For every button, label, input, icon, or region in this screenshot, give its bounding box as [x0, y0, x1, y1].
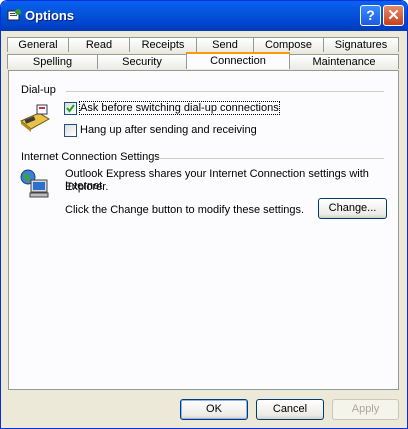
internet-description-line2: Explorer.: [65, 181, 109, 193]
dialup-group-label: Dial-up: [21, 84, 56, 96]
internet-divider: [155, 158, 384, 159]
apply-button[interactable]: Apply: [332, 399, 399, 420]
title-bar[interactable]: Options ? ✕: [1, 1, 407, 31]
tab-spelling[interactable]: Spelling: [7, 54, 98, 69]
ask-before-switching-checkbox[interactable]: [64, 102, 77, 115]
dialup-divider: [66, 91, 384, 92]
hang-up-label[interactable]: Hang up after sending and receiving: [80, 124, 257, 136]
tab-connection[interactable]: Connection: [186, 52, 290, 69]
close-button[interactable]: ✕: [383, 5, 404, 26]
cancel-button[interactable]: Cancel: [256, 399, 324, 420]
window-title: Options: [25, 8, 75, 23]
close-icon: ✕: [387, 7, 400, 24]
tab-maintenance[interactable]: Maintenance: [289, 54, 399, 69]
change-button[interactable]: Change...: [318, 198, 387, 219]
hang-up-checkbox[interactable]: [64, 124, 77, 137]
network-computer-icon: [20, 169, 49, 198]
tab-receipts[interactable]: Receipts: [129, 37, 197, 52]
internet-description-line1: Outlook Express shares your Internet Con…: [65, 168, 369, 192]
options-app-icon: [7, 9, 21, 21]
tab-compose[interactable]: Compose: [253, 37, 324, 52]
help-button[interactable]: ?: [360, 5, 381, 26]
internet-group-label: Internet Connection Settings: [21, 151, 160, 163]
connection-panel: Dial-up Ask before switching dial-up con…: [8, 70, 399, 390]
ok-button[interactable]: OK: [180, 399, 248, 420]
tab-read[interactable]: Read: [68, 37, 130, 52]
tab-security[interactable]: Security: [97, 54, 187, 69]
options-dialog: Options ? ✕ General Read Receipts Send C…: [0, 0, 408, 429]
tab-signatures[interactable]: Signatures: [323, 37, 399, 52]
dialup-phone-icon: [20, 104, 50, 132]
tab-send[interactable]: Send: [196, 37, 254, 52]
tab-general[interactable]: General: [7, 37, 69, 52]
checkmark-icon: [66, 104, 75, 113]
ask-before-switching-label[interactable]: Ask before switching dial-up connections: [79, 101, 280, 115]
help-icon: ?: [366, 7, 375, 23]
change-hint-text: Click the Change button to modify these …: [65, 204, 305, 216]
